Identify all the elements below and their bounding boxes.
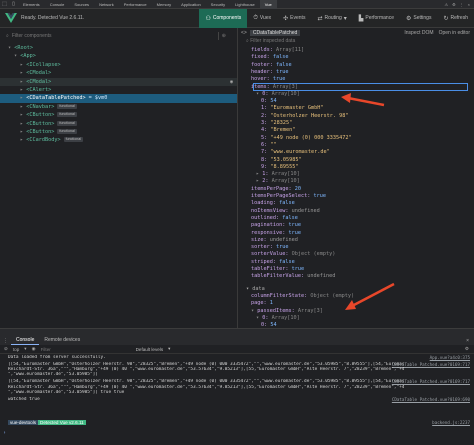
console-prompt-icon[interactable]: ›	[3, 430, 6, 436]
drawer-resizer[interactable]	[0, 329, 474, 336]
console-settings-icon[interactable]: ⚙	[465, 346, 474, 352]
console-filter-input[interactable]: Filter	[41, 347, 131, 352]
tab-remote-devices[interactable]: Remote devices	[39, 336, 85, 345]
arrow-annotation-icon	[345, 282, 395, 310]
log-source-link[interactable]: CDataTable Patched.vue?0169:690	[392, 397, 470, 402]
console-message-text: ","www.euromaster.de","53.05985"]] true …	[8, 389, 125, 395]
console-message-text: watched true	[8, 396, 40, 402]
log-levels-select[interactable]: Default levels	[136, 347, 164, 352]
close-drawer-icon[interactable]: ×	[466, 338, 474, 344]
tab-console-drawer[interactable]: Console	[11, 336, 40, 345]
log-source-link[interactable]: backend.js:2237	[432, 420, 470, 425]
context-select[interactable]: top	[13, 347, 19, 352]
chevron-down-icon: ▾	[24, 346, 27, 351]
vue-devtools-log-badge: vue-devtools Detected Vue v2.6.11	[8, 420, 86, 425]
chevron-down-icon: ▾	[168, 346, 171, 351]
console-message-text: Data loaded from server successfully.	[8, 355, 106, 360]
console-message-text: ","www.euromaster.de","53.05985"]]	[8, 372, 98, 378]
drawer-tab-strip: ⋮ Console Remote devices ×	[0, 336, 474, 345]
log-source-link[interactable]: App.vue?a4c0:375	[430, 355, 470, 360]
drawer-menu-icon[interactable]: ⋮	[0, 338, 11, 344]
clear-console-icon[interactable]: ⊘	[4, 346, 8, 352]
arrow-annotation-icon	[341, 93, 385, 107]
console-toolbar: ⊘ top ▾ ◉ Filter Default levels ▾ ⚙	[0, 345, 474, 354]
eye-icon[interactable]: ◉	[32, 346, 36, 352]
